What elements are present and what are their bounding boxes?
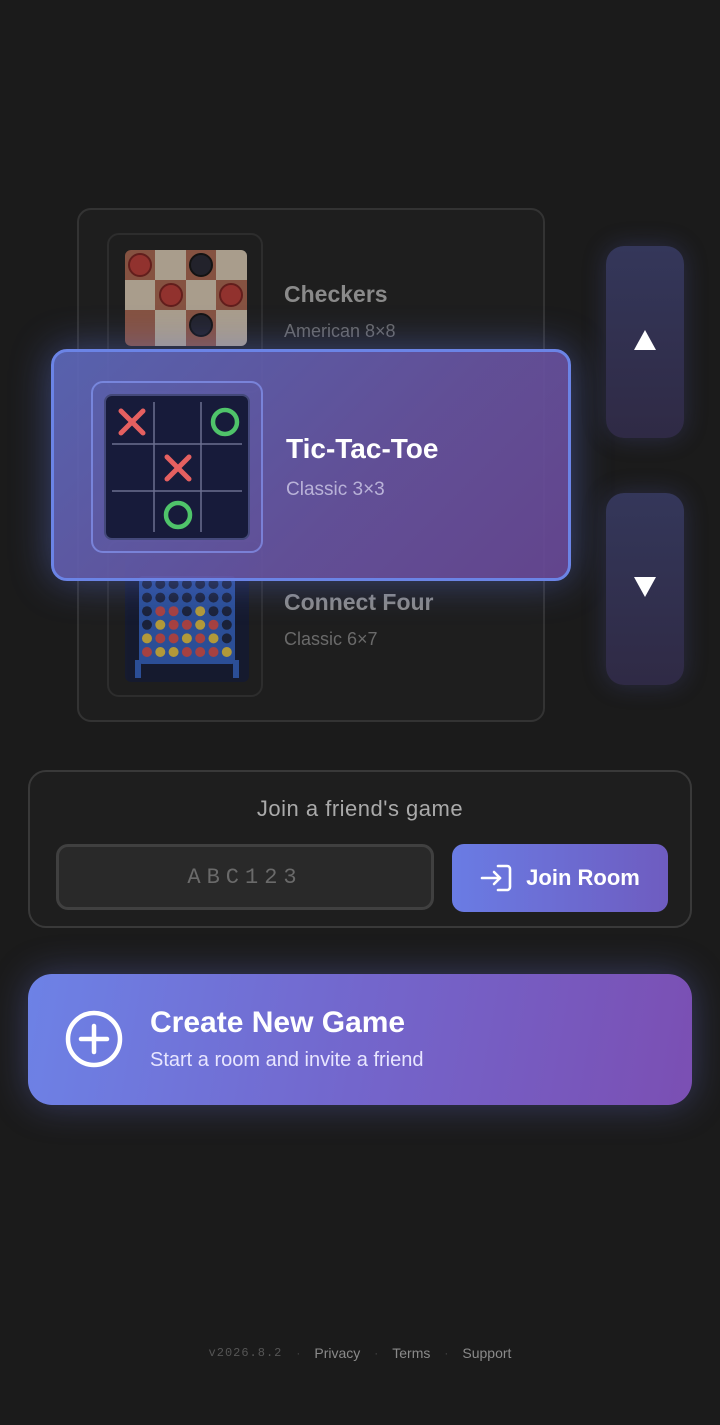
room-code-input[interactable] — [56, 844, 434, 910]
game-card-tic-tac-toe[interactable]: Tic-Tac-Toe Classic 3×3 — [51, 349, 571, 581]
support-link[interactable]: Support — [462, 1345, 511, 1361]
tic-tac-toe-board-icon — [104, 394, 250, 540]
terms-link[interactable]: Terms — [392, 1345, 430, 1361]
separator: · — [374, 1346, 379, 1360]
game-title: Connect Four — [284, 589, 434, 615]
enter-icon — [480, 864, 512, 892]
footer: v2026.8.2 · Privacy · Terms · Support — [0, 1342, 720, 1364]
join-room-button[interactable]: Join Room — [452, 844, 668, 912]
privacy-link[interactable]: Privacy — [314, 1345, 360, 1361]
separator: · — [444, 1346, 449, 1360]
game-subtitle: American 8×8 — [284, 321, 396, 341]
version-label: v2026.8.2 — [208, 1346, 283, 1360]
create-title: Create New Game — [150, 1006, 406, 1039]
game-title: Checkers — [284, 281, 388, 307]
triangle-down-icon — [634, 576, 656, 602]
create-subtitle: Start a room and invite a friend — [150, 1049, 424, 1071]
join-panel: Join a friend's game Join Room — [28, 770, 692, 928]
game-title: Tic-Tac-Toe — [286, 433, 439, 464]
triangle-up-icon — [634, 329, 656, 355]
join-room-label: Join Room — [526, 865, 640, 890]
scroll-down-button[interactable] — [606, 493, 684, 685]
card-thumb-frame — [91, 381, 263, 553]
separator: · — [296, 1346, 301, 1360]
plus-circle-icon — [64, 1009, 124, 1074]
create-new-game-button[interactable]: Create New Game Start a room and invite … — [28, 974, 692, 1105]
join-heading: Join a friend's game — [256, 796, 464, 821]
game-subtitle: Classic 6×7 — [284, 629, 378, 649]
scroll-up-button[interactable] — [606, 246, 684, 438]
checkers-board-icon — [125, 250, 247, 346]
game-subtitle: Classic 3×3 — [286, 479, 385, 500]
